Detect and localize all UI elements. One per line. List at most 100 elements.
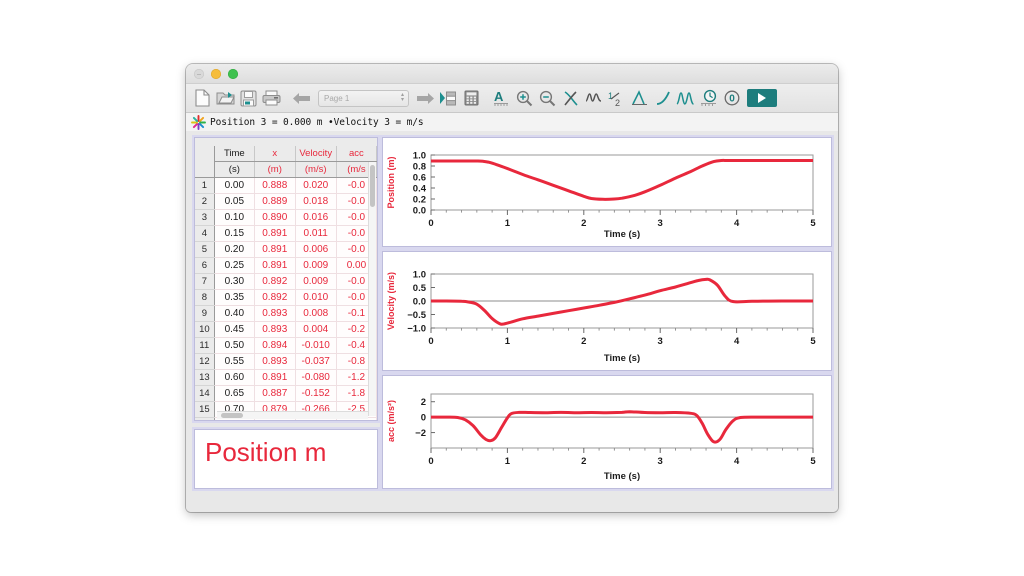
previous-page-icon[interactable]: [291, 87, 312, 109]
page-selector[interactable]: Page 1 ▴▾: [318, 90, 409, 107]
time-cell[interactable]: 0.20: [214, 242, 254, 258]
acceleration-graph-panel[interactable]: −202012345Time (s)acc (m/s²): [382, 375, 832, 489]
velocity-graph[interactable]: −1.0−0.50.00.51.0012345Time (s)Velocity …: [383, 252, 829, 368]
table-row[interactable]: 40.150.8910.011-0.0: [195, 226, 377, 242]
table-row[interactable]: 70.300.8920.009-0.0: [195, 274, 377, 290]
tangent-icon[interactable]: [629, 87, 650, 109]
table-row[interactable]: 100.450.8930.004-0.2: [195, 322, 377, 338]
row-index-cell[interactable]: 6: [195, 258, 214, 274]
row-index-cell[interactable]: 15: [195, 402, 214, 418]
row-index-cell[interactable]: 14: [195, 386, 214, 402]
collect-button[interactable]: [747, 89, 777, 107]
position-graph[interactable]: 0.00.20.40.60.81.0012345Time (s)Position…: [383, 138, 829, 244]
row-index-cell[interactable]: 16: [195, 418, 214, 421]
table-horizontal-scroll-thumb[interactable]: [221, 413, 243, 418]
table-row[interactable]: 10.000.8880.020-0.0: [195, 178, 377, 194]
row-index-cell[interactable]: 1: [195, 178, 214, 194]
zoom-in-icon[interactable]: [514, 87, 535, 109]
table-row[interactable]: 110.500.894-0.010-0.4: [195, 338, 377, 354]
data-table-scroll-region[interactable]: Time x Velocity acc (s) (m) (m/s) (m/s: [195, 138, 377, 420]
row-index-cell[interactable]: 10: [195, 322, 214, 338]
text-annotation-icon[interactable]: A: [491, 87, 512, 109]
position-graph-panel[interactable]: 0.00.20.40.60.81.0012345Time (s)Position…: [382, 137, 832, 247]
position-cell[interactable]: 0.889: [254, 194, 295, 210]
time-cell[interactable]: 0.30: [214, 274, 254, 290]
velocity-cell[interactable]: 0.006: [295, 242, 336, 258]
velocity-cell[interactable]: 0.009: [295, 274, 336, 290]
zero-icon[interactable]: 0: [721, 87, 742, 109]
row-index-cell[interactable]: 3: [195, 210, 214, 226]
column-header-time[interactable]: Time: [214, 146, 254, 162]
row-index-cell[interactable]: 2: [195, 194, 214, 210]
slope-icon[interactable]: [652, 87, 673, 109]
time-cell[interactable]: 0.15: [214, 226, 254, 242]
table-horizontal-scrollbar[interactable]: [217, 411, 368, 419]
open-folder-icon[interactable]: [215, 87, 236, 109]
table-row[interactable]: 60.250.8910.0090.00: [195, 258, 377, 274]
position-cell[interactable]: 0.892: [254, 274, 295, 290]
position-cell[interactable]: 0.891: [254, 258, 295, 274]
row-index-cell[interactable]: 13: [195, 370, 214, 386]
meter-readout-panel[interactable]: Position m: [194, 429, 378, 489]
row-index-cell[interactable]: 9: [195, 306, 214, 322]
position-cell[interactable]: 0.893: [254, 354, 295, 370]
time-cell[interactable]: 0.10: [214, 210, 254, 226]
position-cell[interactable]: 0.887: [254, 386, 295, 402]
statistics-icon[interactable]: [675, 87, 696, 109]
row-index-cell[interactable]: 11: [195, 338, 214, 354]
column-header-velocity[interactable]: Velocity: [295, 146, 336, 162]
velocity-cell[interactable]: 0.009: [295, 258, 336, 274]
next-page-icon[interactable]: [415, 87, 436, 109]
column-header-acceleration[interactable]: acc: [336, 146, 376, 162]
position-cell[interactable]: 0.894: [254, 338, 295, 354]
velocity-cell[interactable]: 0.008: [295, 306, 336, 322]
half-step-icon[interactable]: 1 2: [606, 87, 627, 109]
position-cell[interactable]: 0.893: [254, 306, 295, 322]
position-cell[interactable]: 0.891: [254, 242, 295, 258]
window-titlebar[interactable]: [186, 64, 838, 84]
calculator-icon[interactable]: [461, 87, 482, 109]
minimize-window-icon[interactable]: [211, 69, 221, 79]
table-vertical-scroll-thumb[interactable]: [370, 165, 375, 207]
time-cell[interactable]: 0.40: [214, 306, 254, 322]
table-vertical-scrollbar[interactable]: [368, 162, 376, 416]
data-curve[interactable]: [431, 279, 813, 324]
time-cell[interactable]: 0.50: [214, 338, 254, 354]
velocity-cell[interactable]: 0.016: [295, 210, 336, 226]
close-window-icon[interactable]: [194, 69, 204, 79]
row-index-cell[interactable]: 12: [195, 354, 214, 370]
time-cell[interactable]: 0.65: [214, 386, 254, 402]
table-row[interactable]: 30.100.8900.016-0.0: [195, 210, 377, 226]
velocity-graph-panel[interactable]: −1.0−0.50.00.51.0012345Time (s)Velocity …: [382, 251, 832, 371]
table-row[interactable]: 130.600.891-0.080-1.2: [195, 370, 377, 386]
velocity-cell[interactable]: -0.010: [295, 338, 336, 354]
table-row[interactable]: 90.400.8930.008-0.1: [195, 306, 377, 322]
velocity-cell[interactable]: -0.080: [295, 370, 336, 386]
curve-fit-icon[interactable]: [560, 87, 581, 109]
new-document-icon[interactable]: [192, 87, 213, 109]
time-cell[interactable]: 0.45: [214, 322, 254, 338]
position-cell[interactable]: 0.893: [254, 322, 295, 338]
velocity-cell[interactable]: 0.011: [295, 226, 336, 242]
row-index-cell[interactable]: 4: [195, 226, 214, 242]
row-index-cell[interactable]: 8: [195, 290, 214, 306]
time-cell[interactable]: 0.35: [214, 290, 254, 306]
velocity-cell[interactable]: 0.010: [295, 290, 336, 306]
time-cell[interactable]: 0.05: [214, 194, 254, 210]
row-index-cell[interactable]: 5: [195, 242, 214, 258]
table-row[interactable]: 120.550.893-0.037-0.8: [195, 354, 377, 370]
time-cell[interactable]: 0.25: [214, 258, 254, 274]
position-cell[interactable]: 0.891: [254, 226, 295, 242]
zoom-out-icon[interactable]: [537, 87, 558, 109]
timing-icon[interactable]: [698, 87, 719, 109]
table-row[interactable]: 140.650.887-0.152-1.8: [195, 386, 377, 402]
page-layout-icon[interactable]: [438, 87, 459, 109]
column-header-position[interactable]: x: [254, 146, 295, 162]
velocity-cell[interactable]: 0.018: [295, 194, 336, 210]
table-row[interactable]: 50.200.8910.006-0.0: [195, 242, 377, 258]
position-cell[interactable]: 0.888: [254, 178, 295, 194]
velocity-cell[interactable]: 0.020: [295, 178, 336, 194]
data-curve[interactable]: [431, 160, 813, 199]
table-row[interactable]: 20.050.8890.018-0.0: [195, 194, 377, 210]
position-cell[interactable]: 0.892: [254, 290, 295, 306]
